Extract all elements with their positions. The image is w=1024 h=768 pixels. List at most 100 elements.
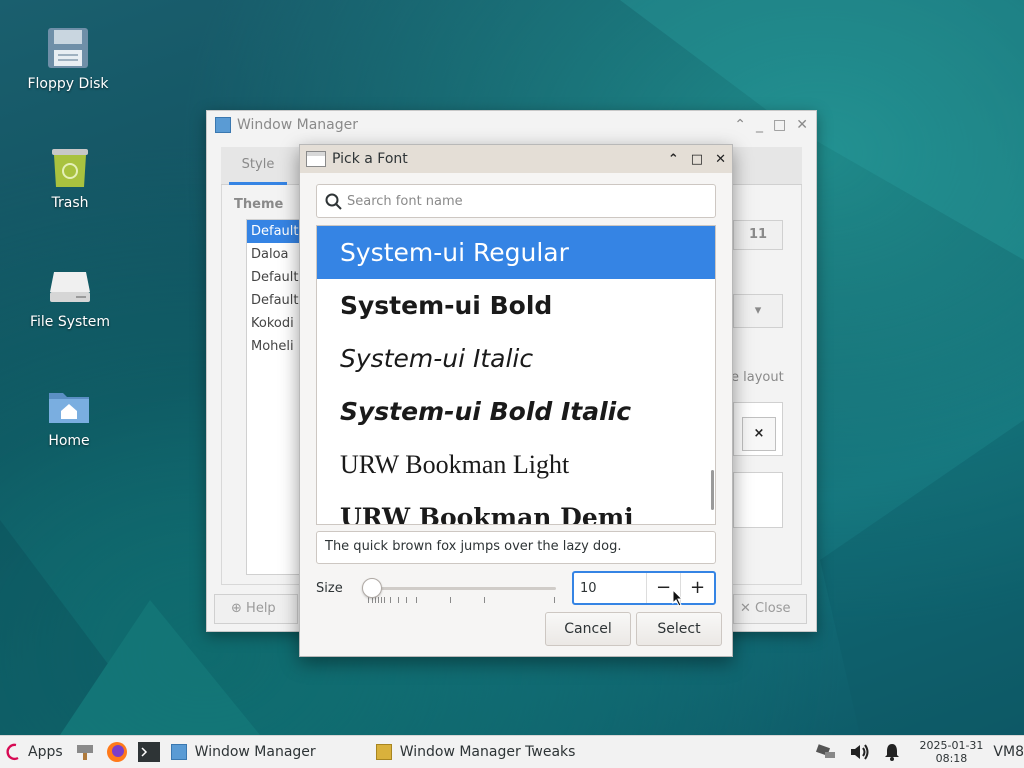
launcher-terminal[interactable] — [137, 736, 161, 768]
clock[interactable]: 2025-01-31 08:18 — [919, 736, 983, 768]
title-font-size-spin[interactable]: 11 — [733, 220, 783, 250]
wm-tweaks-app-icon — [375, 744, 392, 760]
slider-tick — [484, 597, 485, 603]
pick-font-dialog: Pick a Font ⌃ □ ✕ System-ui Regular Syst… — [299, 144, 733, 657]
clock-date: 2025-01-31 — [919, 739, 984, 752]
font-list-scrollbar[interactable] — [711, 470, 714, 510]
wm-titlebar[interactable]: Window Manager ⌃ _ □ ✕ — [207, 111, 816, 139]
font-dialog-title: Pick a Font — [332, 151, 408, 167]
slider-tick — [554, 597, 555, 603]
help-button[interactable]: ⊕ Help — [214, 594, 298, 624]
desktop-icon-label: Floppy Disk — [27, 76, 109, 92]
volume-icon — [851, 744, 869, 760]
slider-tick — [390, 597, 391, 603]
cancel-button[interactable]: Cancel — [545, 612, 631, 646]
taskbar-task-window-manager[interactable]: Window Manager — [170, 736, 316, 768]
tray-volume[interactable] — [849, 736, 871, 768]
select-button[interactable]: Select — [636, 612, 722, 646]
slider-tick — [406, 597, 407, 603]
clock-time: 08:18 — [935, 752, 968, 765]
maximize-icon[interactable]: □ — [691, 152, 703, 167]
tab-style[interactable]: Style — [229, 147, 287, 185]
maximize-icon[interactable]: □ — [773, 117, 786, 133]
font-list[interactable]: System-ui Regular System-ui Bold System-… — [316, 225, 716, 525]
slider-knob[interactable] — [362, 578, 382, 598]
home-folder-icon — [49, 393, 89, 423]
hidden-buttons-box — [733, 472, 783, 528]
desktop-icon-filesystem[interactable]: File System — [22, 262, 118, 330]
close-icon[interactable]: ✕ — [715, 152, 726, 167]
desktop-icon-label: File System — [29, 314, 111, 330]
apps-label: Apps — [28, 744, 63, 760]
slider-tick — [416, 597, 417, 603]
close-label: Close — [755, 601, 791, 616]
launcher-firefox[interactable] — [105, 736, 129, 768]
font-list-item[interactable]: System-ui Italic — [317, 332, 715, 385]
apps-menu-button[interactable]: Apps — [4, 736, 63, 768]
slider-tick — [381, 597, 382, 603]
font-list-item[interactable]: URW Bookman Demi — [317, 491, 715, 524]
taskbar-task-wm-tweaks[interactable]: Window Manager Tweaks — [375, 736, 576, 768]
trash-icon — [52, 149, 88, 187]
slider-tick — [378, 597, 379, 603]
font-list-item[interactable]: System-ui Bold Italic — [317, 385, 715, 438]
font-list-item[interactable]: System-ui Regular — [317, 226, 715, 279]
chevron-down-icon: ▾ — [754, 303, 762, 318]
chevron-up-icon[interactable]: ⌃ — [734, 117, 746, 133]
increase-size-button[interactable]: + — [680, 573, 714, 603]
search-icon — [325, 193, 342, 210]
desktop-icon-trash[interactable]: Trash — [22, 143, 118, 211]
chevron-up-icon[interactable]: ⌃ — [668, 152, 679, 167]
close-icon[interactable]: ✕ — [796, 117, 808, 133]
drive-icon — [50, 272, 90, 302]
font-list-item[interactable]: URW Bookman Light — [317, 438, 715, 491]
task-label: Window Manager — [194, 744, 316, 760]
desktop-icon-label: Trash — [51, 195, 89, 211]
user-label[interactable]: VM8 — [993, 736, 1024, 768]
close-button[interactable]: ✕ Close — [733, 594, 807, 624]
slider-tick — [375, 597, 376, 603]
size-input[interactable] — [574, 573, 646, 603]
floppy-disk-icon — [48, 28, 88, 68]
dialog-app-icon — [306, 151, 326, 167]
slider-tick — [368, 597, 369, 603]
window-manager-app-icon — [170, 744, 187, 760]
close-button-preview[interactable]: × — [742, 417, 776, 451]
network-wired-icon — [816, 744, 836, 758]
slider-tick — [398, 597, 399, 603]
terminal-icon — [137, 742, 160, 762]
taskbar: Apps Window Manager Window Manager Tweak… — [0, 735, 1024, 768]
launcher-settings[interactable] — [75, 736, 95, 768]
desktop-icon-label: Home — [48, 433, 90, 449]
slider-tick — [384, 597, 385, 603]
debian-swirl-icon — [6, 743, 19, 761]
help-label: Help — [246, 601, 276, 616]
font-dialog-titlebar[interactable]: Pick a Font ⌃ □ ✕ — [300, 145, 732, 173]
font-list-item[interactable]: System-ui Bold — [317, 279, 715, 332]
title-alignment-combo[interactable]: ▾ — [733, 294, 783, 328]
window-manager-app-icon — [215, 117, 231, 133]
bell-icon — [885, 744, 900, 761]
theme-label: Theme — [234, 197, 284, 212]
font-search-input[interactable] — [347, 190, 707, 212]
desktop-icon-floppy[interactable]: Floppy Disk — [20, 24, 116, 92]
tray-notifications[interactable] — [883, 736, 901, 768]
help-icon: ⊕ — [231, 601, 242, 616]
slider-tick — [450, 597, 451, 603]
firefox-icon — [106, 742, 127, 762]
mouse-pointer-icon — [672, 589, 684, 607]
size-spinbutton[interactable]: − + — [572, 571, 716, 605]
minimize-icon[interactable]: _ — [756, 117, 763, 133]
wm-title: Window Manager — [237, 117, 359, 133]
button-layout-label: e layout — [731, 370, 784, 385]
slider-track — [364, 587, 556, 590]
size-label: Size — [316, 581, 343, 596]
font-preview-field[interactable]: The quick brown fox jumps over the lazy … — [316, 531, 716, 564]
font-search-field[interactable] — [316, 184, 716, 218]
close-icon: ✕ — [740, 601, 751, 616]
settings-tool-icon — [76, 745, 93, 760]
task-label: Window Manager Tweaks — [399, 744, 576, 760]
desktop-icon-home[interactable]: Home — [21, 381, 117, 449]
tray-network[interactable] — [815, 736, 837, 768]
size-slider[interactable] — [362, 577, 556, 607]
